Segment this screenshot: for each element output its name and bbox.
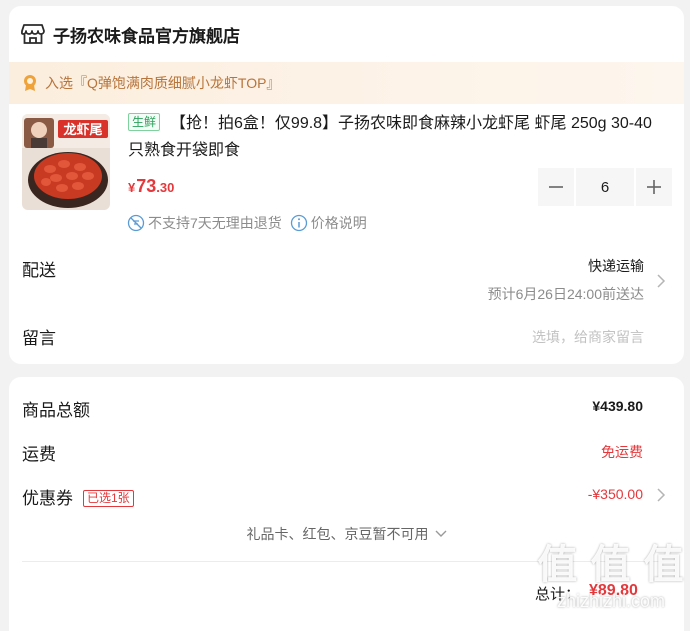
chevron-down-icon xyxy=(435,530,446,537)
shop-name: 子扬农味食品官方旗舰店 xyxy=(53,26,240,46)
rank-banner[interactable]: 入选『Q弹饱满肉质细腻小龙虾TOP』 xyxy=(9,62,684,104)
ranking-medal-icon xyxy=(24,75,36,91)
total-value: ¥89.80 xyxy=(589,582,638,599)
order-card: 子扬农味食品官方旗舰店 入选『Q弹饱满肉质细腻小龙虾TOP』 龙虾尾 生鲜 【抢… xyxy=(9,6,684,364)
coupon-badge: 已选1张 xyxy=(83,490,134,507)
chevron-right-icon[interactable] xyxy=(656,487,666,503)
shipping-method[interactable]: 快递运输 xyxy=(588,256,644,276)
no-return-icon xyxy=(127,214,145,232)
price-decimal: .30 xyxy=(156,180,175,195)
freight-label: 运费 xyxy=(22,445,56,464)
price-symbol: ¥ xyxy=(128,180,136,195)
total-label: 总计： xyxy=(535,586,581,603)
price-explanation-link[interactable]: 价格说明 xyxy=(311,213,367,233)
rank-banner-text: 入选『Q弹饱满肉质细腻小龙虾TOP』 xyxy=(45,75,281,91)
quantity-input[interactable]: 6 xyxy=(576,168,634,206)
product-image[interactable]: 龙虾尾 xyxy=(22,114,110,210)
no-return-text: 不支持7天无理由退货 xyxy=(148,215,282,231)
fresh-tag: 生鲜 xyxy=(128,113,161,131)
freight-value: 免运费 xyxy=(601,444,643,460)
plus-icon xyxy=(647,180,661,194)
divider xyxy=(22,561,671,562)
shipping-label: 配送 xyxy=(22,261,56,280)
product-image-title: 龙虾尾 xyxy=(63,122,102,138)
goods-total-value: ¥439.80 xyxy=(592,398,643,414)
coupon-label: 优惠券 xyxy=(22,489,73,508)
shop-header[interactable]: 子扬农味食品官方旗舰店 xyxy=(21,22,240,46)
product-title-text: 【抢！拍6盒！仅99.8】子扬农味即食麻辣小龙虾尾 虾尾 250g 30-40只… xyxy=(128,115,652,159)
remark-label: 留言 xyxy=(22,329,56,348)
chevron-right-icon[interactable] xyxy=(656,273,666,289)
product-title[interactable]: 生鲜 【抢！拍6盒！仅99.8】子扬农味即食麻辣小龙虾尾 虾尾 250g 30-4… xyxy=(128,110,658,164)
price-integer: 73 xyxy=(136,176,157,196)
decrease-quantity-button[interactable] xyxy=(538,168,574,206)
info-icon[interactable] xyxy=(290,214,308,232)
remark-input[interactable]: 选填，给商家留言 xyxy=(532,327,644,347)
unavailable-payments-toggle[interactable]: 礼品卡、红包、京豆暂不可用 xyxy=(9,524,684,544)
service-row: 不支持7天无理由退货 价格说明 xyxy=(127,212,367,234)
coupon-row[interactable]: 优惠券 已选1张 xyxy=(22,484,134,509)
increase-quantity-button[interactable] xyxy=(636,168,672,206)
store-icon xyxy=(21,24,45,44)
coupon-value[interactable]: -¥350.00 xyxy=(588,486,643,502)
quantity-stepper: 6 xyxy=(538,168,672,206)
unavailable-payments-text: 礼品卡、红包、京豆暂不可用 xyxy=(246,526,429,542)
minus-icon xyxy=(549,186,563,188)
shipping-eta: 预计6月26日24:00前送达 xyxy=(487,286,644,302)
goods-total-label: 商品总额 xyxy=(22,401,90,420)
price-summary-card: 商品总额 ¥439.80 运费 免运费 优惠券 已选1张 -¥350.00 礼品卡… xyxy=(9,377,684,631)
product-price: ¥ 73 .30 xyxy=(128,176,174,197)
